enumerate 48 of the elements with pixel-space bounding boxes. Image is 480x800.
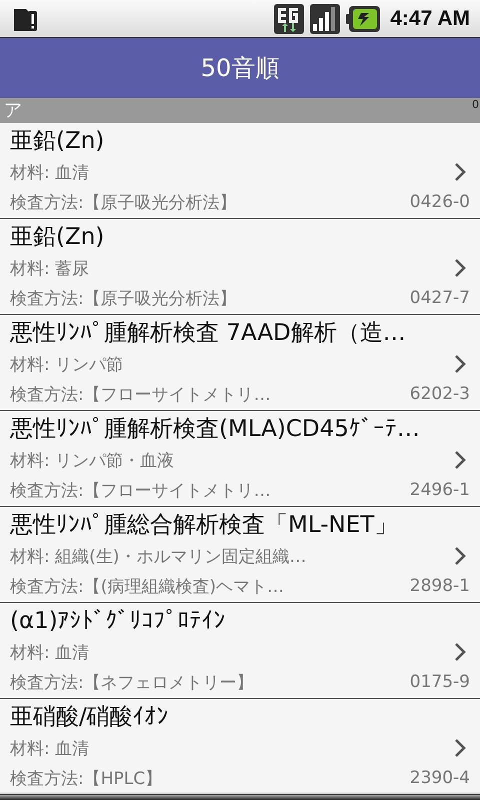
method-text: 検査方法:【原子吸光分析法】: [10, 192, 237, 214]
signal-strength-icon: [310, 4, 340, 34]
chevron-icon: [454, 162, 466, 182]
chevron-icon: [454, 450, 466, 470]
test-list-item[interactable]: 悪性ﾘﾝﾊﾟ腫総合解析検査「ML-NET」 材料: 組織(生)・ホルマリン固定組織… 検査方法:【(病理組織検査)ヘマト… 2898-1: [0, 507, 480, 603]
test-code: 2898-1: [410, 576, 470, 596]
material-text: 材料: リンパ節: [10, 354, 124, 376]
test-code: 0426-0: [410, 192, 470, 212]
material-text: 材料: 血清: [10, 642, 90, 664]
method-text: 検査方法:【原子吸光分析法】: [10, 288, 237, 310]
test-name: 悪性ﾘﾝﾊﾟ腫解析検査(MLA)CD45ｹﾞｰﾃ…: [10, 415, 421, 444]
chevron-icon: [454, 258, 466, 278]
test-code: 2496-1: [410, 480, 470, 500]
test-list-item[interactable]: 亜硝酸/硝酸ｲｵﾝ 材料: 血清 検査方法:【HPLC】 2390-4: [0, 699, 480, 795]
section-label: ア: [3, 99, 22, 123]
material-text: 材料: 血清: [10, 738, 90, 760]
material-text: 材料: リンパ節・血液: [10, 450, 174, 472]
method-text: 検査方法:【(病理組織検査)ヘマト…: [10, 576, 284, 598]
screen-title: 50音順: [200, 53, 280, 84]
test-list-item[interactable]: 悪性ﾘﾝﾊﾟ腫解析検査 7AAD解析（造… 材料: リンパ節 検査方法:【フローサイトメトリ… 6202-3: [0, 315, 480, 411]
test-list-item[interactable]: (α1)ｱｼﾄﾞｸﾞﾘｺﾌﾟﾛﾃｲﾝ 材料: 血清 検査方法:【ネフェロメトリー】 0175-9: [0, 603, 480, 699]
chevron-icon: [454, 738, 466, 758]
chevron-icon: [454, 546, 466, 566]
method-text: 検査方法:【フローサイトメトリ…: [10, 384, 271, 406]
material-text: 材料: 蓄尿: [10, 258, 90, 280]
test-name: 亜硝酸/硝酸ｲｵﾝ: [10, 703, 170, 732]
test-name: 悪性ﾘﾝﾊﾟ腫解析検査 7AAD解析（造…: [10, 319, 407, 348]
test-list-item[interactable]: 悪性ﾘﾝﾊﾟ腫解析検査(MLA)CD45ｹﾞｰﾃ… 材料: リンパ節・血液 検査方法:【フローサイトメトリ… 2496-1: [0, 411, 480, 507]
test-list-item[interactable]: 亜鉛(Zn) 材料: 血清 検査方法:【原子吸光分析法】 0426-0: [0, 123, 480, 219]
test-name: 亜鉛(Zn): [10, 223, 106, 252]
test-code: 0175-9: [410, 672, 470, 692]
method-text: 検査方法:【ネフェロメトリー】: [10, 672, 254, 694]
test-code: 2390-4: [410, 768, 470, 788]
test-list-item[interactable]: 亜鉛(Zn) 材料: 蓄尿 検査方法:【原子吸光分析法】 0427-7: [0, 219, 480, 315]
method-text: 検査方法:【フローサイトメトリ…: [10, 480, 271, 502]
chevron-icon: [454, 642, 466, 662]
status-time: 4:47 AM: [390, 6, 470, 30]
test-name: (α1)ｱｼﾄﾞｸﾞﾘｺﾌﾟﾛﾃｲﾝ: [10, 607, 227, 636]
method-text: 検査方法:【HPLC】: [10, 768, 162, 790]
chevron-icon: [454, 354, 466, 374]
test-name: 悪性ﾘﾝﾊﾟ腫総合解析検査「ML-NET」: [10, 511, 398, 540]
material-text: 材料: 血清: [10, 162, 90, 184]
test-code: 0427-7: [410, 288, 470, 308]
battery-charging-icon: [346, 6, 380, 32]
test-name: 亜鉛(Zn): [10, 127, 106, 156]
index-mark: 0: [472, 98, 480, 112]
test-code: 6202-3: [410, 384, 470, 404]
material-text: 材料: 組織(生)・ホルマリン固定組織…: [10, 546, 306, 568]
